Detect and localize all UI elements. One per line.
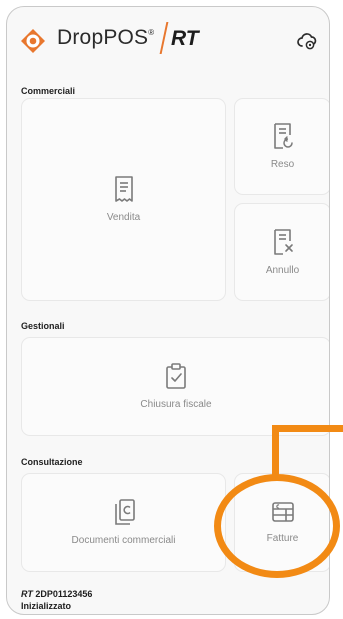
clipboard-check-icon (166, 363, 186, 389)
chiusura-fiscale-label: Chiusura fiscale (140, 399, 212, 410)
section-commerciali: Commerciali (21, 86, 76, 96)
brand-name: DropPOS® (57, 26, 155, 49)
rt-device-id: RT 2DP01123456 (21, 589, 93, 599)
settings-cloud-icon[interactable] (297, 31, 317, 51)
annullo-tile[interactable]: Annullo (234, 203, 329, 301)
reso-tile[interactable]: Reso (234, 98, 329, 195)
vendita-tile[interactable]: Vendita (21, 98, 226, 301)
documenti-commerciali-label: Documenti commerciali (71, 535, 176, 546)
rt-status: Inizializzato (21, 601, 72, 611)
section-consultazione: Consultazione (21, 457, 83, 467)
receipt-cancel-icon (273, 228, 293, 255)
droplet-logo-icon (21, 29, 45, 53)
brand-suffix: RT (171, 27, 199, 50)
highlight-pointer-horizontal (272, 425, 343, 432)
section-gestionali: Gestionali (21, 321, 65, 331)
documenti-commerciali-tile[interactable]: Documenti commerciali (21, 473, 226, 572)
highlight-circle (214, 474, 340, 578)
reso-label: Reso (270, 159, 295, 170)
highlight-pointer-vertical (272, 425, 279, 478)
documents-icon (114, 499, 135, 525)
brand-slash (159, 22, 169, 54)
chiusura-fiscale-tile[interactable]: Chiusura fiscale (21, 337, 329, 436)
receipt-return-icon (273, 123, 293, 149)
app-header: DropPOS® RT (7, 7, 329, 73)
receipt-icon (114, 176, 133, 202)
annullo-label: Annullo (265, 264, 300, 276)
vendita-label: Vendita (106, 212, 141, 223)
